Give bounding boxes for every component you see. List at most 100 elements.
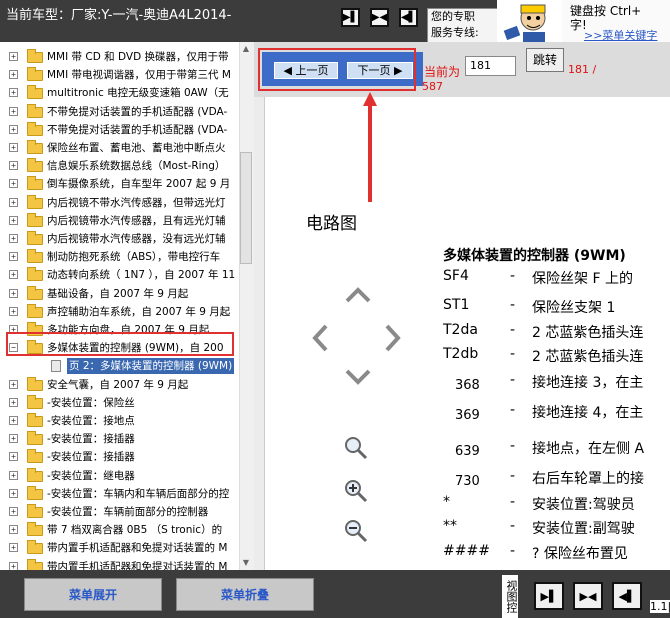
jump-button[interactable]: 跳转 bbox=[526, 48, 564, 72]
tree-folder-item[interactable]: + -安装位置：接插器 bbox=[7, 448, 239, 466]
pager-highlight bbox=[258, 48, 416, 91]
tree-folder-item[interactable]: + -安装位置：车辆内和车辆后面部分的控 bbox=[7, 485, 239, 503]
folder-icon bbox=[27, 212, 43, 227]
expand-toggle-icon[interactable]: + bbox=[9, 161, 18, 171]
page-margin bbox=[254, 97, 264, 570]
tree-folder-item[interactable]: + 动态转向系统（ 1N7 ），自 2007 年 11 bbox=[7, 266, 239, 284]
bottom-view-left-button[interactable]: ▶▌ bbox=[534, 582, 564, 610]
tree-item-label: 倒车摄像系统，自车型年 2007 起 9 月 bbox=[47, 178, 231, 191]
pane-left-icon: ▶▌ bbox=[540, 589, 558, 603]
pan-right-icon[interactable] bbox=[383, 323, 403, 353]
expand-toggle-icon[interactable]: + bbox=[9, 452, 18, 462]
expand-toggle-icon[interactable]: + bbox=[9, 106, 18, 116]
legend-code: T2da bbox=[443, 322, 478, 338]
scroll-down-icon[interactable]: ▼ bbox=[240, 556, 252, 570]
view-split-pane-button[interactable]: ▶◀ bbox=[370, 8, 389, 27]
expand-toggle-icon[interactable]: + bbox=[9, 88, 18, 98]
collapse-menu-button[interactable]: 菜单折叠 bbox=[176, 578, 314, 611]
expand-menu-button[interactable]: 菜单展开 bbox=[24, 578, 162, 611]
pan-left-icon[interactable] bbox=[310, 323, 330, 353]
expand-toggle-icon[interactable]: + bbox=[9, 416, 18, 425]
expand-toggle-icon[interactable]: + bbox=[9, 525, 18, 535]
expand-toggle-icon[interactable]: + bbox=[9, 543, 18, 553]
expand-toggle-icon[interactable]: + bbox=[9, 197, 18, 207]
tree-item-label: 安全气囊，自 2007 年 9 月起 bbox=[47, 378, 189, 391]
tree-folder-item[interactable]: + -安装位置：继电器 bbox=[7, 467, 239, 485]
tree-folder-item[interactable]: + 内后视镜带水汽传感器，没有远光灯辅 bbox=[7, 230, 239, 248]
tree-folder-item[interactable]: + -安装位置：保险丝 bbox=[7, 394, 239, 412]
tree-scroll-thumb[interactable] bbox=[240, 152, 252, 264]
expand-toggle-icon[interactable]: + bbox=[9, 397, 18, 407]
tree-folder-item[interactable]: + 带内置手机适配器和免提对话装置的 M bbox=[7, 539, 239, 557]
folder-icon bbox=[27, 558, 43, 570]
bottom-view-split-button[interactable]: ▶◀ bbox=[573, 582, 603, 610]
expand-toggle-icon[interactable]: + bbox=[9, 124, 18, 134]
expand-toggle-icon[interactable]: + bbox=[9, 470, 18, 480]
expand-toggle-icon[interactable]: + bbox=[9, 507, 18, 516]
legend-separator: - bbox=[510, 438, 516, 454]
expand-toggle-icon[interactable]: + bbox=[9, 270, 18, 280]
tree-folder-item[interactable]: + 带内置手机适配器和免提对话装置的 M bbox=[7, 558, 239, 570]
view-right-pane-button[interactable]: ◀▌ bbox=[399, 8, 418, 27]
tree-folder-item[interactable]: + 保险丝布置、蓄电池、蓄电池中断点火 bbox=[7, 139, 239, 157]
expand-toggle-icon[interactable]: + bbox=[9, 561, 18, 570]
expand-toggle-icon[interactable]: + bbox=[9, 434, 18, 444]
tree-folder-item[interactable]: + 声控辅助泊车系统，自 2007 年 9 月起 bbox=[7, 303, 239, 321]
folder-icon bbox=[27, 121, 43, 136]
tree-folder-item[interactable]: + 安全气囊，自 2007 年 9 月起 bbox=[7, 376, 239, 394]
tree-item-label: 信息娱乐系统数据总线（Most-Ring） bbox=[47, 160, 226, 173]
expand-toggle-icon[interactable]: + bbox=[9, 379, 18, 389]
tree-folder-item[interactable]: + multitronic 电控无级变速箱 0AW（无 bbox=[7, 84, 239, 102]
tree-item-label: -安装位置：接插器 bbox=[47, 451, 135, 464]
expand-toggle-icon[interactable]: + bbox=[9, 306, 18, 316]
folder-icon bbox=[27, 67, 43, 82]
tree-folder-item[interactable]: + -安装位置：接插器 bbox=[7, 430, 239, 448]
tree-folder-item[interactable]: + 倒车摄像系统，自车型年 2007 起 9 月 bbox=[7, 175, 239, 193]
view-left-pane-button[interactable]: ▶▌ bbox=[341, 8, 360, 27]
tree-leaf-item[interactable]: 页 2：多媒体装置的控制器 (9WM) bbox=[7, 357, 239, 375]
tree-folder-item[interactable]: + 不带免提对话装置的手机适配器 (VDA- bbox=[7, 121, 239, 139]
legend-description: 接地点，在左侧 A bbox=[532, 441, 645, 457]
expand-toggle-icon[interactable]: + bbox=[9, 252, 18, 262]
expand-toggle-icon[interactable]: + bbox=[9, 143, 18, 152]
tree-item-label: 带内置手机适配器和免提对话装置的 M bbox=[47, 560, 228, 570]
folder-icon bbox=[27, 249, 43, 264]
pan-down-icon[interactable] bbox=[344, 368, 372, 386]
tree-folder-item[interactable]: + -安装位置：接地点 bbox=[7, 412, 239, 430]
zoom-fit-icon[interactable] bbox=[344, 436, 368, 460]
legend-description: 安装位置:驾驶员 bbox=[532, 497, 635, 513]
folder-icon bbox=[27, 467, 43, 482]
folder-icon bbox=[27, 140, 43, 154]
expand-toggle-icon[interactable]: + bbox=[9, 215, 18, 225]
tree-folder-item[interactable]: + 不带免提对话装置的手机适配器 (VDA- bbox=[7, 103, 239, 121]
scroll-up-icon[interactable]: ▲ bbox=[240, 42, 252, 56]
expand-toggle-icon[interactable]: + bbox=[9, 179, 18, 189]
tree-folder-item[interactable]: + -安装位置：车辆前面部分的控制器 bbox=[7, 503, 239, 521]
menu-keyword-link[interactable]: >>菜单关键字 bbox=[584, 27, 657, 43]
tree-folder-item[interactable]: + 内后视镜带水汽传感器，且有远光灯辅 bbox=[7, 212, 239, 230]
expand-toggle-icon[interactable]: + bbox=[9, 52, 18, 61]
legend-code: ST1 bbox=[443, 297, 470, 313]
expand-toggle-icon[interactable]: + bbox=[9, 488, 18, 498]
zoom-in-icon[interactable] bbox=[344, 479, 368, 503]
folder-icon bbox=[27, 85, 43, 100]
expand-toggle-icon[interactable]: + bbox=[9, 234, 18, 243]
pan-up-icon[interactable] bbox=[344, 286, 372, 304]
bottom-view-right-button[interactable]: ◀▌ bbox=[612, 582, 642, 610]
page-number-input[interactable]: 181 bbox=[465, 56, 516, 76]
mascot-icon bbox=[497, 0, 562, 42]
current-page-label: 当前为 bbox=[424, 65, 461, 79]
tree-folder-item[interactable]: + 带 7 档双离合器 0B5 （S tronic）的 bbox=[7, 521, 239, 539]
expand-toggle-icon[interactable]: + bbox=[9, 288, 18, 298]
expand-toggle-icon[interactable]: + bbox=[9, 70, 18, 80]
tree-folder-item[interactable]: + 信息娱乐系统数据总线（Most-Ring） bbox=[7, 157, 239, 175]
current-car-label: 当前车型：厂家:Y-一汽-奥迪A4L2014- bbox=[6, 8, 232, 23]
tree-scrollbar[interactable] bbox=[239, 42, 254, 570]
tree-folder-item[interactable]: + 制动防抱死系统（ABS），带电控行车 bbox=[7, 248, 239, 266]
tree-folder-item[interactable]: + 内后视镜不带水汽传感器，但带远光灯 bbox=[7, 194, 239, 212]
legend-code: #### bbox=[443, 543, 490, 559]
zoom-out-icon[interactable] bbox=[344, 519, 368, 543]
tree-folder-item[interactable]: + 基础设备，自 2007 年 9 月起 bbox=[7, 285, 239, 303]
tree-folder-item[interactable]: + MMI 带 CD 和 DVD 换碟器，仅用于带 bbox=[7, 48, 239, 66]
tree-folder-item[interactable]: + MMI 带电视调谐器，仅用于带第三代 M bbox=[7, 66, 239, 84]
